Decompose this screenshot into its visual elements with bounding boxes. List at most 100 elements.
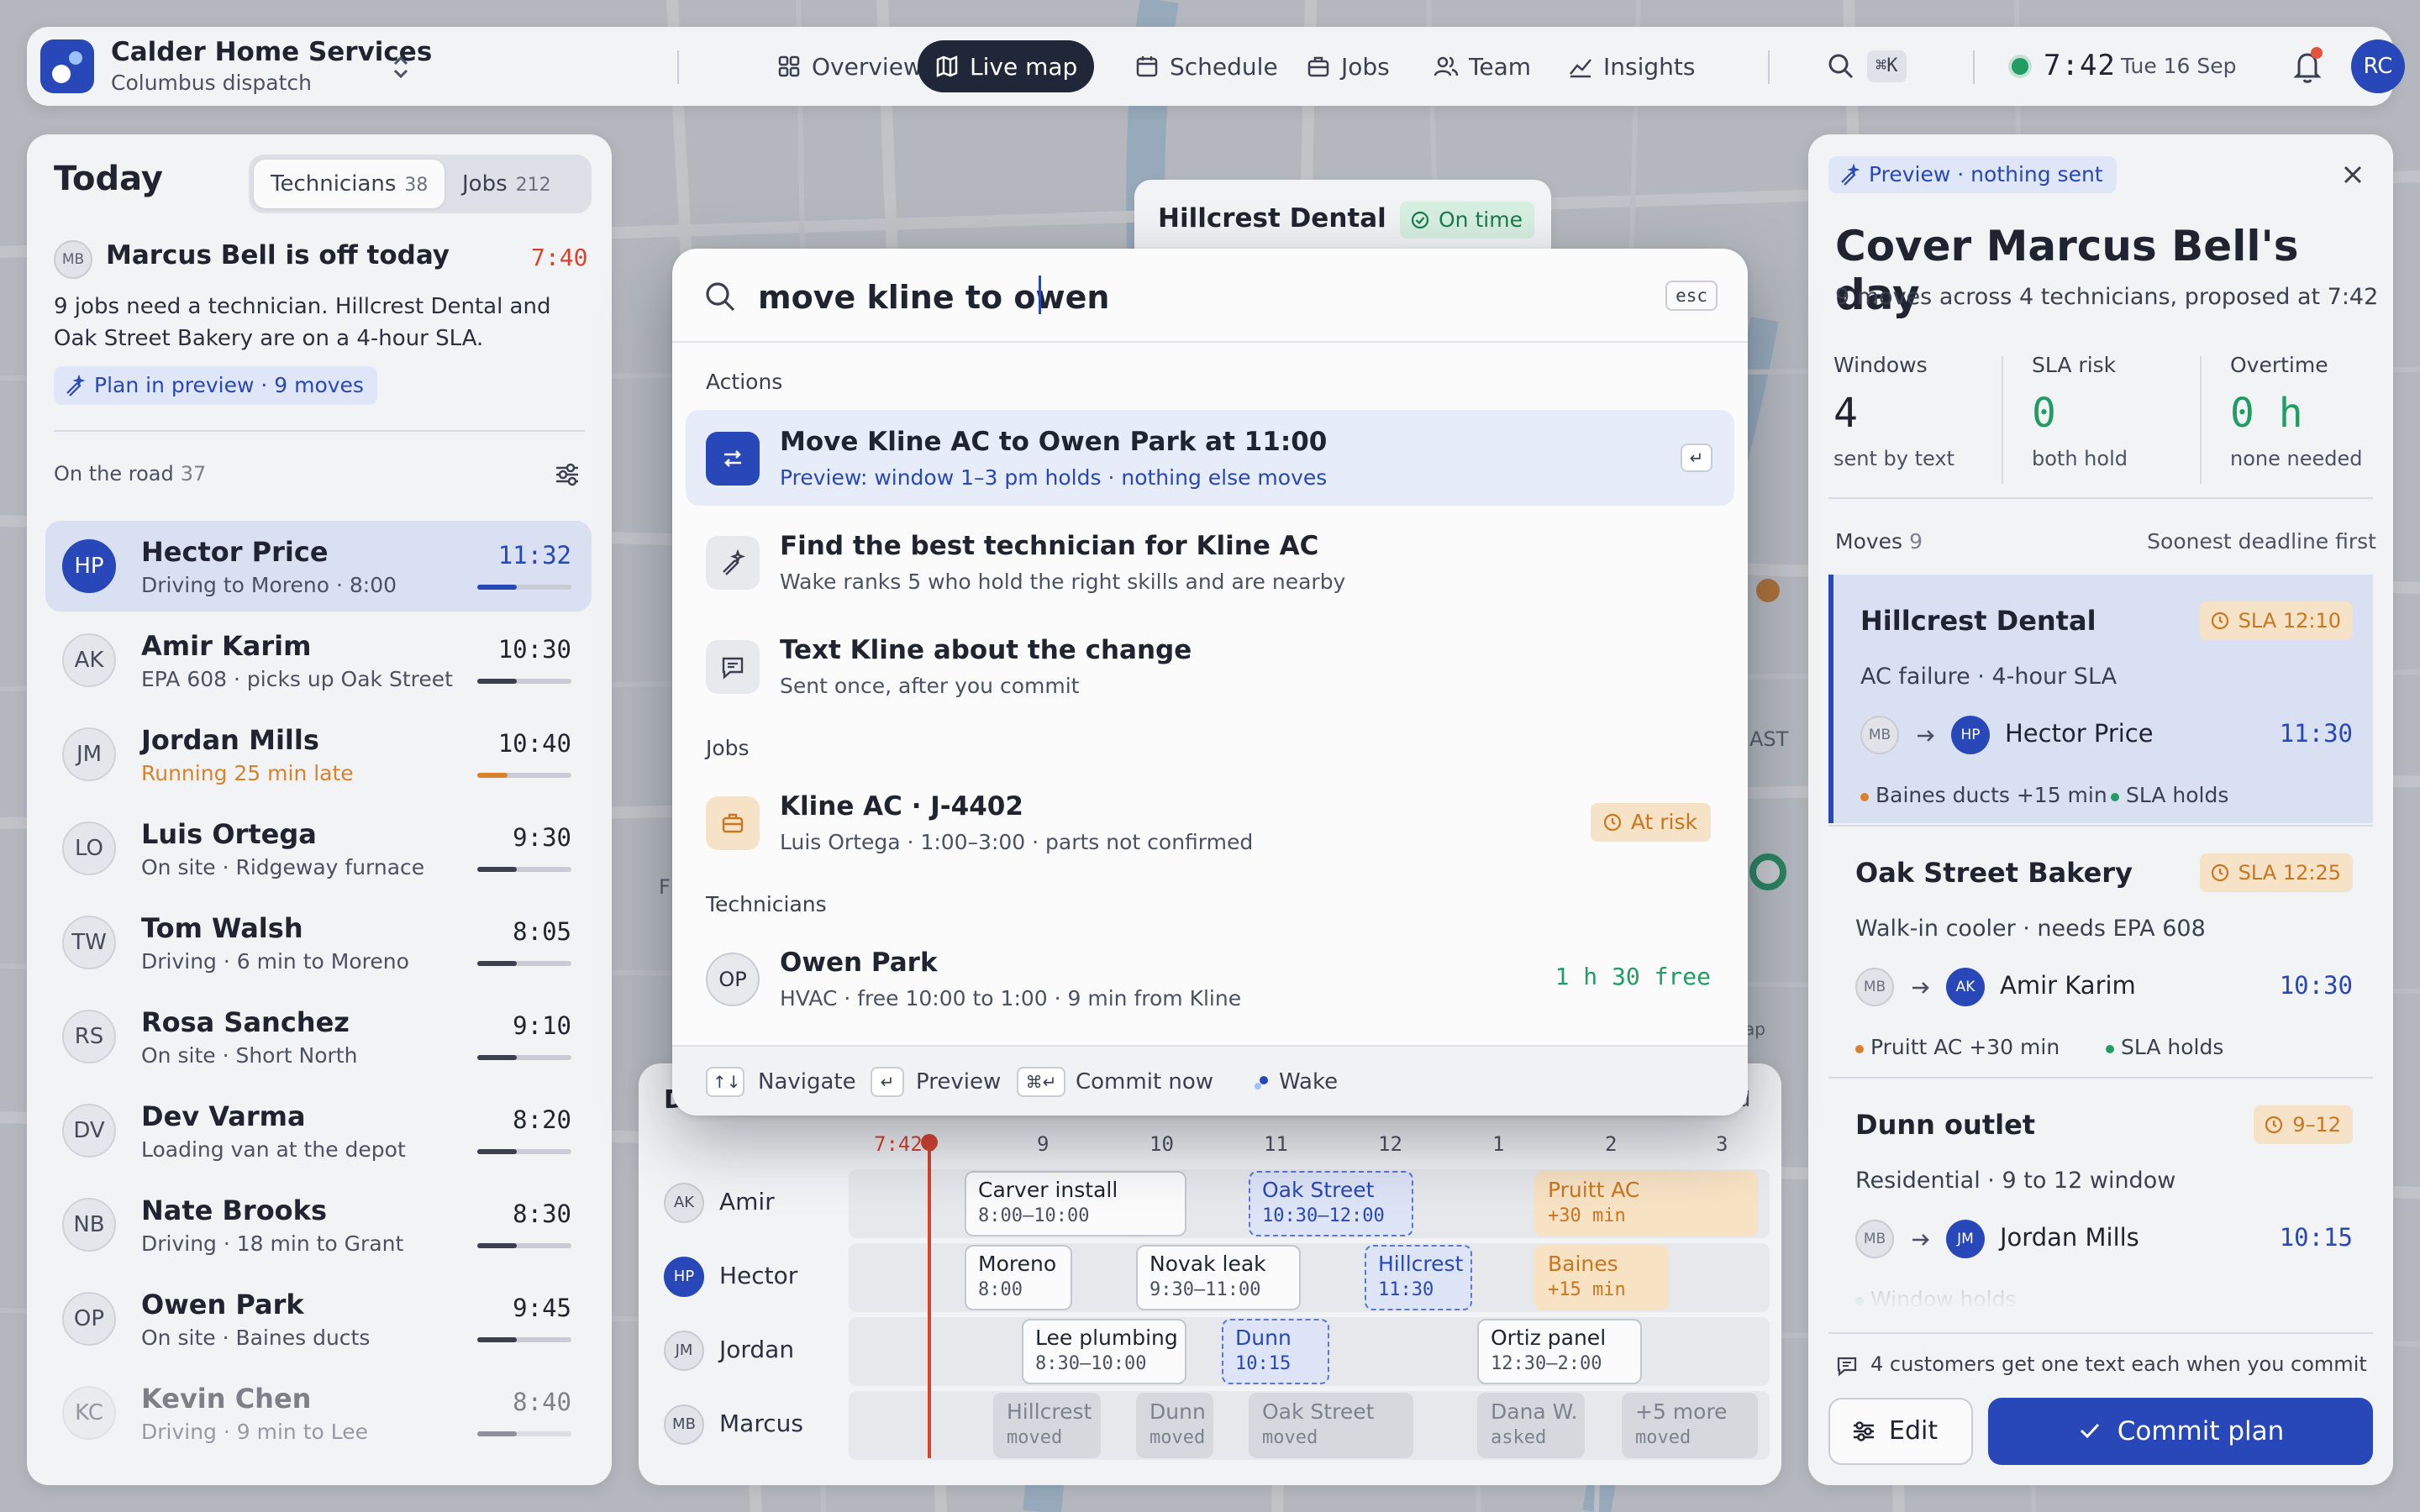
schedule-block-detail: 8:00 <box>978 1279 1023 1300</box>
plan-preview-panel: Preview · nothing sent Cover Marcus Bell… <box>1808 134 2393 1485</box>
schedule-block-detail: +30 min <box>1548 1205 1626 1226</box>
technician-row[interactable]: TW Tom Walsh Driving · 6 min to Moreno 8:05 <box>45 897 592 988</box>
sla-badge: SLA 12:10 <box>2199 601 2353 640</box>
technicians-panel: Today Technicians 38 Jobs 212 MB Marcus Be… <box>27 134 612 1485</box>
nav-team-label: Team <box>1469 52 1532 81</box>
sla-badge-label: SLA 12:10 <box>2238 609 2341 633</box>
message-icon <box>1837 1357 1857 1377</box>
tab-jobs[interactable]: Jobs 212 <box>445 160 568 208</box>
technician-row[interactable]: NB Nate Brooks Driving · 18 min to Grant 8:… <box>45 1179 592 1270</box>
technician-time: 9:10 <box>513 1011 571 1040</box>
esc-key-hint[interactable]: esc <box>1665 281 1718 311</box>
now-indicator-dot <box>921 1134 938 1151</box>
hour-label: 11 <box>1264 1132 1288 1156</box>
avatar: KC <box>62 1386 116 1440</box>
schedule-block[interactable]: Novak leak 9:30–11:00 <box>1136 1245 1301 1310</box>
schedule-block[interactable]: Hillcrest moved <box>993 1393 1101 1458</box>
technician-name: Rosa Sanchez <box>141 1006 350 1038</box>
chevron-updown-icon[interactable] <box>388 52 413 82</box>
technician-row[interactable]: HP Hector Price Driving to Moreno · 8:00 11… <box>45 521 592 612</box>
technician-row[interactable]: LO Luis Ortega On site · Ridgeway furnace 9… <box>45 803 592 894</box>
action-move-kline[interactable]: Move Kline AC to Owen Park at 11:00 Prev… <box>686 410 1734 506</box>
schedule-block[interactable]: Ortiz panel 12:30–2:00 <box>1477 1319 1642 1384</box>
filter-icon[interactable] <box>553 460 581 489</box>
progress-bar <box>477 1149 571 1154</box>
move-title: Hillcrest Dental <box>1860 605 2096 637</box>
technician-row[interactable]: KC Kevin Chen Driving · 9 min to Lee 8:40 <box>45 1368 592 1458</box>
close-icon[interactable] <box>2338 160 2368 190</box>
nav-live-map[interactable]: Live map <box>918 40 1095 92</box>
commit-plan-button[interactable]: Commit plan <box>1988 1398 2373 1465</box>
nav-team[interactable]: Team <box>1417 40 1548 92</box>
plan-in-preview-link[interactable]: Plan in preview · 9 moves <box>54 366 377 405</box>
schedule-block[interactable]: Baines +15 min <box>1534 1245 1669 1310</box>
avatar: MB <box>664 1404 704 1445</box>
divider <box>1828 1332 2373 1334</box>
technician-row[interactable]: JM Jordan Mills Running 25 min late 10:40 <box>45 709 592 800</box>
move-card[interactable]: Hillcrest Dental SLA 12:10 AC failure · 4-… <box>1828 575 2373 823</box>
hour-label: 12 <box>1378 1132 1402 1156</box>
avatar: JM <box>1946 1220 1985 1258</box>
clock-icon <box>2211 864 2228 882</box>
schedule-block[interactable]: Dana W. asked <box>1477 1393 1585 1458</box>
clock-icon <box>2265 1116 2283 1134</box>
at-risk-label: At risk <box>1630 810 1697 834</box>
tab-jobs-count: 212 <box>515 175 551 196</box>
stat-value: 0 <box>2032 390 2056 437</box>
schedule-block[interactable]: Oak Street 10:30–12:00 <box>1249 1171 1413 1236</box>
nav-schedule[interactable]: Schedule <box>1118 40 1295 92</box>
text-caret <box>1039 276 1041 314</box>
brand-name: Calder Home Services <box>111 37 433 67</box>
briefcase-icon <box>1307 56 1329 77</box>
avatar: JM <box>62 727 116 781</box>
move-card[interactable]: Oak Street Bakery SLA 12:25 Walk-in cooler… <box>1828 827 2373 1075</box>
technician-row[interactable]: DV Dev Varma Loading van at the depot 8:20 <box>45 1085 592 1176</box>
schedule-block[interactable]: Dunn moved <box>1136 1393 1213 1458</box>
schedule-block[interactable]: Lee plumbing 8:30–10:00 <box>1022 1319 1186 1384</box>
action-find-technician[interactable]: Find the best technician for Kline AC Wa… <box>686 514 1734 610</box>
assigned-time: 11:30 <box>2279 719 2353 748</box>
schedule-block-detail: moved <box>1007 1427 1063 1448</box>
schedule-block[interactable]: Carver install 8:00–10:00 <box>965 1171 1186 1236</box>
schedule-block[interactable]: Moreno 8:00 <box>965 1245 1072 1310</box>
job-subtitle: Luis Ortega · 1:00–3:00 · parts not conf… <box>780 830 1254 854</box>
avatar: MB <box>1860 716 1899 754</box>
action-text-kline[interactable]: Text Kline about the change Sent once, a… <box>686 618 1734 714</box>
schedule-block[interactable]: Dunn 10:15 <box>1222 1319 1329 1384</box>
nav-overview[interactable]: Overview <box>760 40 939 92</box>
panel-title: Today <box>54 160 163 198</box>
user-avatar[interactable]: RC <box>2351 39 2405 93</box>
technician-name: Amir Karim <box>141 630 312 662</box>
technician-row[interactable]: AK Amir Karim EPA 608 · picks up Oak Stree… <box>45 615 592 706</box>
command-input[interactable] <box>758 272 1632 323</box>
schedule-block[interactable]: Pruitt AC +30 min <box>1534 1171 1758 1236</box>
job-title: Kline AC · J-4402 <box>780 791 1023 822</box>
off-today-title: Marcus Bell is off today <box>106 240 450 270</box>
nav-jobs[interactable]: Jobs <box>1289 40 1407 92</box>
sort-menu[interactable]: Soonest deadline first <box>2147 529 2376 554</box>
schedule-block-title: Dunn <box>1235 1326 1292 1350</box>
technician-result-owen-park[interactable]: OP Owen Park HVAC · free 10:00 to 1:00 ·… <box>686 931 1734 1026</box>
schedule-block[interactable]: Oak Street moved <box>1249 1393 1413 1458</box>
wand-icon <box>706 536 760 590</box>
move-description: Residential · 9 to 12 window <box>1855 1168 2176 1194</box>
now-indicator <box>928 1142 931 1458</box>
schedule-block[interactable]: Hillcrest 11:30 <box>1365 1245 1472 1310</box>
progress-bar <box>477 679 571 684</box>
search-icon[interactable] <box>1825 50 1857 82</box>
technician-row[interactable]: OP Owen Park On site · Baines ducts 9:45 <box>45 1273 592 1364</box>
stat-label: Overtime <box>2230 353 2328 377</box>
nav-insights[interactable]: Insights <box>1551 40 1712 92</box>
divider <box>1828 497 2373 499</box>
move-impact-note: Pruitt AC +30 min <box>1855 1035 2060 1059</box>
schedule-block-detail: 8:00–10:00 <box>978 1205 1090 1226</box>
technician-time: 9:30 <box>513 823 571 852</box>
edit-button[interactable]: Edit <box>1828 1398 1973 1465</box>
plan-subtitle: 9 moves across 4 technicians, proposed a… <box>1835 284 2379 310</box>
schedule-block[interactable]: +5 more moved <box>1622 1393 1758 1458</box>
tab-technicians[interactable]: Technicians 38 <box>254 160 445 208</box>
technician-row[interactable]: RS Rosa Sanchez On site · Short North 9:10 <box>45 991 592 1082</box>
arrow-right-icon <box>1918 730 1934 742</box>
hour-label: 10 <box>1150 1132 1174 1156</box>
job-result-kline-ac[interactable]: Kline AC · J-4402 Luis Ortega · 1:00–3:0… <box>686 774 1734 870</box>
